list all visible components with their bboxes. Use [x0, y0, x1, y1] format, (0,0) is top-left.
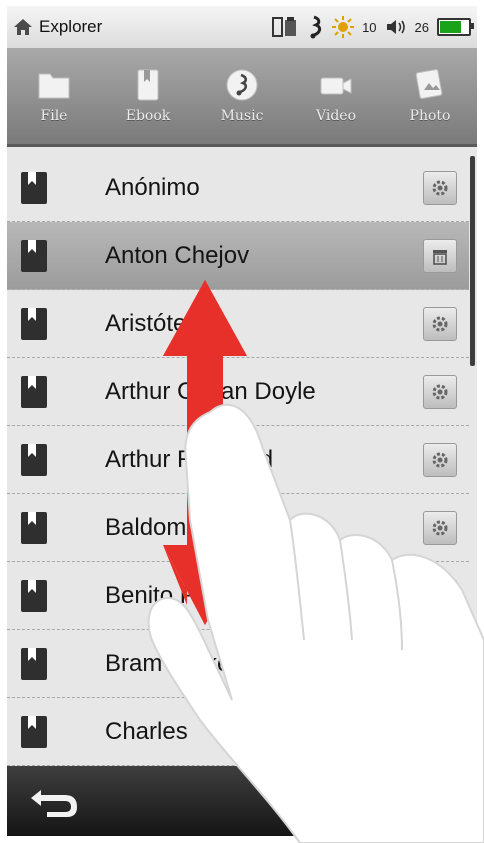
list-item[interactable]: Anónimo [7, 154, 469, 222]
battery-icon [437, 18, 474, 36]
tab-label: Photo [409, 108, 451, 124]
list-item[interactable]: Arthur Rimbaud [7, 426, 469, 494]
list-item-label: Arthur Rimbaud [105, 445, 274, 473]
settings-icon[interactable] [423, 306, 457, 341]
list-item[interactable]: Charles [7, 698, 469, 766]
list-item-label: Arthur Conan Doyle [105, 377, 316, 405]
list-item[interactable]: Aristóteles [7, 290, 469, 358]
category-tab-bar: File Ebook Music Video Photo [7, 48, 477, 147]
tab-label: File [40, 108, 68, 124]
photo-icon [415, 69, 443, 99]
list-item-label: Anton Chejov [105, 241, 250, 269]
book-icon [21, 511, 47, 544]
list-item[interactable]: Arthur Conan Doyle [7, 358, 469, 426]
tab-label: Ebook [125, 108, 171, 124]
folder-icon [38, 73, 70, 99]
book-icon [21, 307, 47, 340]
volume-value: 26 [414, 19, 429, 35]
list-item-label: Charles [105, 717, 188, 745]
book-icon [21, 239, 47, 272]
home-icon[interactable] [13, 17, 33, 37]
volume-icon [386, 20, 405, 34]
music-note-icon [226, 69, 258, 101]
tab-photo[interactable]: Photo [383, 48, 477, 144]
list-item-selected[interactable]: Anton Chejov [7, 222, 469, 290]
back-arrow-icon[interactable] [29, 784, 81, 820]
tab-video[interactable]: Video [289, 48, 383, 144]
book-icon [21, 715, 47, 748]
app-screen: Explorer 10 26 File Ebook Music Video Ph… [7, 6, 477, 836]
book-icon [21, 443, 47, 476]
ebook-icon [137, 69, 159, 101]
delete-icon[interactable] [423, 238, 457, 273]
list-item[interactable]: Bram Stoker [7, 630, 469, 698]
bottom-bar [7, 766, 477, 836]
list-item-label: Bram Stoker [105, 649, 239, 677]
status-bar: Explorer 10 26 [7, 6, 477, 48]
tab-music[interactable]: Music [195, 48, 289, 144]
list-item[interactable]: Benito Pérez [7, 562, 469, 630]
tab-label: Video [315, 108, 357, 124]
brightness-icon [332, 16, 355, 38]
settings-icon[interactable] [423, 578, 457, 613]
settings-icon[interactable] [423, 442, 457, 477]
list-item-label: Baldomero Lillo [105, 513, 271, 541]
tab-ebook[interactable]: Ebook [101, 48, 195, 144]
list-scrollbar[interactable] [470, 156, 475, 366]
book-icon [21, 647, 47, 680]
book-icon [21, 375, 47, 408]
video-camera-icon [320, 77, 352, 95]
brightness-value: 10 [362, 19, 377, 35]
usb-storage-icon [272, 17, 297, 37]
list-item-label: Anónimo [105, 173, 200, 201]
list-item-label: Aristóteles [105, 309, 218, 337]
book-icon [21, 171, 47, 204]
settings-icon[interactable] [423, 374, 457, 409]
settings-icon[interactable] [423, 510, 457, 545]
list-item-label: Benito Pérez [105, 581, 243, 609]
app-title: Explorer [39, 17, 103, 36]
music-note-icon [310, 15, 322, 39]
author-list[interactable]: Anónimo Anton Chejov Aristóteles Arthur … [7, 154, 469, 766]
list-item[interactable]: Baldomero Lillo [7, 494, 469, 562]
settings-icon[interactable] [423, 170, 457, 205]
book-icon [21, 579, 47, 612]
tab-label: Music [220, 108, 264, 124]
tab-file[interactable]: File [7, 48, 101, 144]
